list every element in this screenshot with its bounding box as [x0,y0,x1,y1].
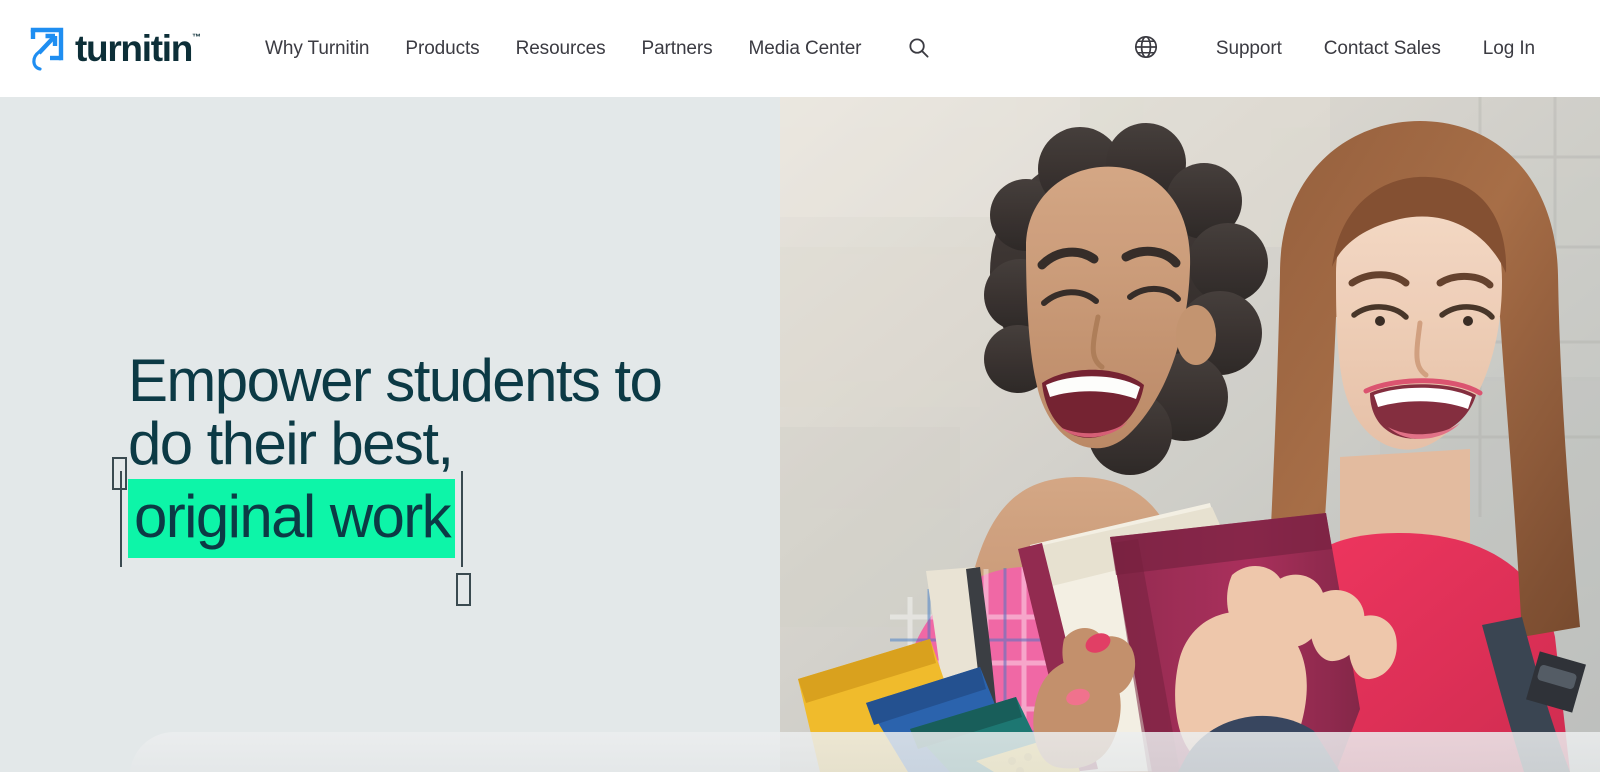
headline-highlighted-text: original work [128,479,455,558]
brand-wordmark: turnitin ™ [75,30,201,67]
turnitin-arrow-logo-icon [28,26,66,72]
brand-logo-link[interactable]: turnitin ™ [28,26,201,72]
hero-photograph [780,97,1600,772]
search-button[interactable] [895,28,942,70]
nav-item-why-turnitin[interactable]: Why Turnitin [247,28,387,70]
nav-item-partners[interactable]: Partners [624,28,731,70]
utility-navigation: Support Contact Sales Log In [1121,26,1556,71]
primary-navigation: Why Turnitin Products Resources Partners… [247,28,942,70]
selection-caret-end [461,471,463,567]
nav-item-media-center[interactable]: Media Center [731,28,880,70]
headline-highlight-wrap: original work [112,457,471,606]
language-selector-button[interactable] [1121,26,1171,71]
page-title: Empower students to do their best, origi… [112,347,728,606]
nav-item-contact-sales[interactable]: Contact Sales [1303,28,1462,70]
brand-wordmark-text: turnitin [75,28,193,69]
selection-handle-end[interactable] [456,573,471,606]
site-header: turnitin ™ Why Turnitin Products Resourc… [0,0,1600,97]
nav-item-support[interactable]: Support [1195,28,1303,70]
hero-copy: Empower students to do their best, origi… [112,347,728,606]
trademark-symbol: ™ [192,32,202,42]
search-icon [907,36,930,62]
selection-caret-start [120,471,122,567]
globe-icon [1133,34,1159,63]
hero-section: Empower students to do their best, origi… [0,97,1600,772]
nav-item-products[interactable]: Products [387,28,497,70]
headline-line-1: Empower students to [128,347,663,414]
bottom-panel-edge [130,732,1600,772]
nav-item-resources[interactable]: Resources [498,28,624,70]
nav-item-log-in[interactable]: Log In [1462,28,1556,70]
headline-line-2: do their best, [128,410,454,477]
